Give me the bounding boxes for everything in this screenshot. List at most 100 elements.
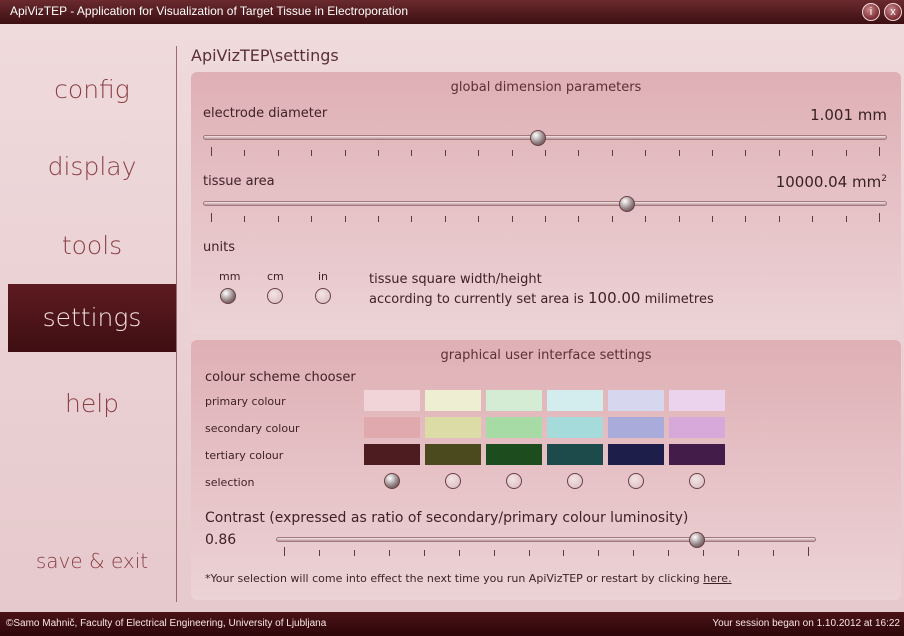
scheme-radio-4[interactable] [567,473,583,489]
slider-tick [353,550,355,556]
session-text: Your session began on 1.10.2012 at 16:22 [712,618,900,629]
contrast-label: Contrast (expressed as ratio of secondar… [205,510,689,526]
sidebar-item-tools[interactable]: tools [8,213,176,279]
slider-tick [578,216,580,222]
breadcrumb: ApiVizTEP\settings [191,46,339,65]
sidebar-item-settings[interactable]: settings [8,284,176,352]
slider-tick [611,216,613,222]
tissue-square-prefix: according to currently set area is [369,292,584,307]
sidebar-item-config[interactable]: config [8,57,176,123]
primary-colour-label: primary colour [205,395,286,408]
save-exit-button[interactable]: save & exit [8,528,176,594]
slider-tick [344,150,346,156]
slider-tick [773,550,775,556]
slider-tick [211,147,212,156]
close-button[interactable]: x [884,3,902,21]
slider-tick [444,216,446,222]
slider-tick [845,150,847,156]
slider-tick [645,150,647,156]
slider-tick [478,150,480,156]
slider-tick [244,150,246,156]
slider-tick [423,550,425,556]
swatch-secondary-6 [669,417,725,438]
slider-tick [378,150,379,156]
window-title: ApiVizTEP - Application for Visualizatio… [10,4,408,18]
slider-tick [277,216,279,222]
tissue-area-exponent: 2 [881,174,887,184]
sidebar-divider [176,46,177,602]
status-bar: ©Samo Mahnič, Faculty of Electrical Engi… [0,612,904,636]
slider-tick [879,147,880,156]
scheme-radio-2[interactable] [445,473,461,489]
tissue-slider-track[interactable] [203,201,887,206]
slider-tick [745,216,747,222]
swatch-secondary-2 [425,417,481,438]
slider-tick [284,547,285,556]
tissue-area-value: 10000.04 mm2 [776,173,887,191]
scheme-radio-3[interactable] [506,473,522,489]
unit-radio-in[interactable] [315,288,331,304]
swatch-primary-4 [547,390,603,411]
slider-tick [311,216,313,222]
slider-tick [388,550,390,556]
copyright-text: ©Samo Mahnič, Faculty of Electrical Engi… [6,618,327,629]
sidebar-item-display[interactable]: display [8,134,176,200]
slider-tick [778,216,780,222]
swatch-tertiary-5 [608,444,664,465]
slider-tick [678,216,680,222]
electrode-slider-thumb[interactable] [530,130,547,146]
secondary-colour-label: secondary colour [205,422,300,435]
info-button[interactable]: i [862,3,880,21]
unit-label-in: in [318,270,329,283]
swatch-tertiary-3 [486,444,542,465]
unit-radio-cm[interactable] [267,288,283,304]
tissue-square-line1: tissue square width/height [369,272,542,287]
swatch-primary-2 [425,390,481,411]
units-label: units [203,240,235,255]
slider-tick [528,550,530,556]
swatch-primary-3 [486,390,542,411]
slider-tick [678,150,680,156]
slider-tick [411,150,413,156]
restart-note-text: *Your selection will come into effect th… [205,572,700,585]
title-bar-inner: ApiVizTEP - Application for Visualizatio… [0,0,904,24]
swatch-tertiary-1 [364,444,420,465]
unit-label-mm: mm [219,270,241,283]
slider-tick [778,150,780,156]
slider-tick [277,150,279,156]
tissue-slider-ticks [211,213,880,224]
unit-radio-mm[interactable] [220,288,236,304]
tissue-square-value: 100.00 [587,289,641,307]
gui-panel-title: graphical user interface settings [440,348,652,363]
slider-tick [444,150,446,156]
scheme-radio-5[interactable] [628,473,644,489]
selection-label: selection [205,476,255,489]
restart-link[interactable]: here. [703,572,731,585]
sidebar-item-help[interactable]: help [8,371,176,437]
slider-tick [712,150,713,156]
slider-tick [511,150,513,156]
slider-tick [745,150,747,156]
colour-scheme-chooser-label: colour scheme chooser [205,370,356,385]
sidebar: config display tools settings help save … [8,22,176,600]
global-dimension-panel: global dimension parameters electrode di… [191,72,901,334]
slider-tick [712,216,713,222]
scheme-radio-6[interactable] [689,473,705,489]
contrast-slider-thumb[interactable] [689,532,706,548]
slider-tick [812,150,814,156]
slider-tick [478,216,480,222]
swatch-secondary-5 [608,417,664,438]
scheme-radio-1[interactable] [384,473,400,489]
slider-tick [318,550,320,556]
contrast-slider-track[interactable] [276,537,816,542]
slider-tick [879,213,880,222]
slider-tick [633,550,635,556]
swatch-tertiary-4 [547,444,603,465]
swatch-tertiary-6 [669,444,725,465]
slider-tick [458,550,460,556]
slider-tick [611,150,613,156]
tissue-slider-thumb[interactable] [619,196,636,212]
slider-tick [244,216,246,222]
slider-tick [344,216,346,222]
slider-tick [511,216,513,222]
